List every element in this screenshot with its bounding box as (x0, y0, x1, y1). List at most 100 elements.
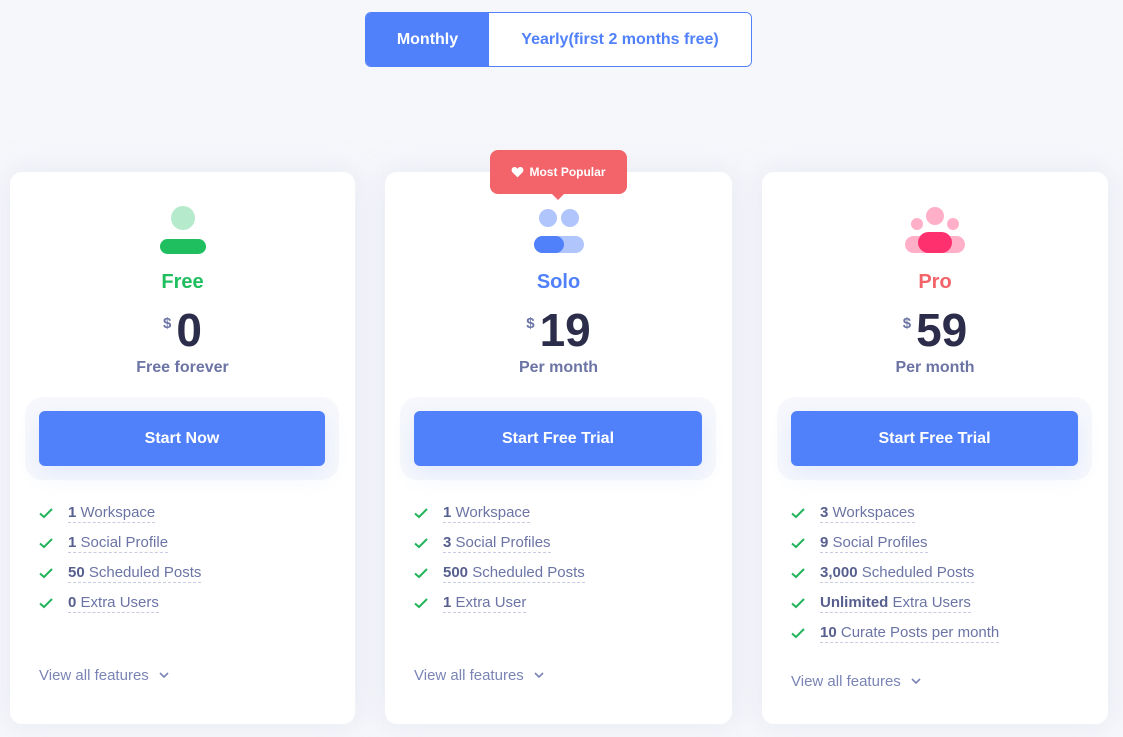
feature-tooltip[interactable]: 500 Scheduled Posts (443, 564, 585, 583)
price-period: Free forever (136, 359, 229, 376)
feature-list: 3 Workspaces 9 Social Profiles 3,000 Sch… (791, 498, 1000, 648)
feature-count: 1 (68, 503, 77, 521)
check-icon (414, 508, 428, 519)
feature-label: Scheduled Posts (472, 563, 585, 581)
check-icon (791, 628, 805, 639)
view-all-label: View all features (791, 673, 901, 690)
feature-item: Unlimited Extra Users (791, 588, 999, 618)
team-icon (905, 207, 965, 253)
price: $ 19 (385, 302, 732, 358)
feature-label: Extra Users (80, 593, 159, 611)
feature-label: Curate Posts per month (840, 623, 1000, 641)
price-amount: 0 (176, 304, 202, 356)
feature-count: 1 (443, 503, 452, 521)
currency-symbol: $ (163, 315, 172, 332)
feature-list: 1 Workspace 1 Social Profile 50 Schedule… (39, 498, 202, 618)
view-all-features-link[interactable]: View all features (791, 673, 921, 690)
price-period: Per month (518, 359, 599, 376)
feature-item: 1 Extra User (414, 588, 585, 618)
two-users-icon (533, 209, 584, 253)
check-icon (414, 568, 428, 579)
feature-tooltip[interactable]: 3,000 Scheduled Posts (820, 563, 975, 583)
view-all-label: View all features (39, 667, 149, 684)
price-amount: 19 (539, 304, 591, 356)
feature-tooltip[interactable]: 1 Workspace (68, 503, 156, 523)
feature-label: Workspaces (832, 503, 915, 521)
feature-label: Workspace (455, 503, 531, 521)
view-all-features-link[interactable]: View all features (39, 667, 169, 684)
feature-item: 1 Workspace (414, 498, 585, 528)
feature-label: Extra User (455, 593, 527, 611)
start-free-trial-button[interactable]: Start Free Trial (414, 411, 702, 466)
feature-count: 0 (68, 593, 77, 611)
feature-item: 1 Workspace (39, 498, 201, 528)
feature-tooltip[interactable]: Unlimited Extra Users (820, 594, 971, 613)
feature-tooltip[interactable]: 3 Workspaces (820, 504, 915, 523)
start-free-trial-button[interactable]: Start Free Trial (791, 411, 1078, 466)
feature-item: 0 Extra Users (39, 588, 201, 618)
monthly-toggle-button[interactable]: Monthly (366, 13, 489, 66)
feature-label: Scheduled Posts (88, 563, 202, 581)
feature-tooltip[interactable]: 3 Social Profiles (443, 534, 551, 553)
plan-name: Pro (918, 271, 952, 293)
feature-tooltip[interactable]: 1 Social Profile (68, 533, 169, 553)
feature-item: 10 Curate Posts per month (791, 618, 1000, 648)
billing-toggle: Monthly Yearly(first 2 months free) (365, 12, 752, 67)
chevron-down-icon (159, 672, 169, 679)
feature-item: 50 Scheduled Posts (39, 558, 202, 588)
check-icon (791, 568, 805, 579)
feature-tooltip[interactable]: 9 Social Profiles (820, 534, 928, 553)
yearly-toggle-button[interactable]: Yearly(first 2 months free) (489, 13, 751, 66)
check-icon (791, 598, 805, 609)
price: $ 0 (10, 302, 355, 358)
currency-symbol: $ (526, 315, 535, 332)
chevron-down-icon (534, 672, 544, 679)
badge-label: Most Popular (529, 165, 606, 179)
currency-symbol: $ (902, 315, 912, 332)
feature-count: 10 (820, 623, 837, 641)
start-now-button[interactable]: Start Now (39, 411, 325, 466)
feature-label: Social Profile (80, 533, 169, 551)
plan-card-solo: Solo $ 19 Per month Start Free Trial 1 W… (385, 172, 732, 724)
feature-count: 3,000 (820, 563, 858, 581)
feature-label: Scheduled Posts (861, 563, 975, 581)
feature-count: 3 (443, 533, 452, 551)
check-icon (39, 568, 53, 579)
plan-card-free: Free $ 0 Free forever Start Now 1 Worksp… (10, 172, 355, 724)
feature-label: Social Profiles (455, 533, 551, 551)
feature-count: 3 (820, 503, 829, 521)
feature-tooltip[interactable]: 50 Scheduled Posts (68, 563, 202, 583)
check-icon (39, 538, 53, 549)
feature-item: 500 Scheduled Posts (414, 558, 585, 588)
feature-label: Social Profiles (832, 533, 928, 551)
plan-card-pro: Pro $ 59 Per month Start Free Trial 3 Wo… (762, 172, 1108, 724)
feature-count: 9 (820, 533, 829, 551)
feature-item: 1 Social Profile (39, 528, 201, 558)
view-all-label: View all features (414, 667, 524, 684)
feature-label: Workspace (80, 503, 156, 521)
chevron-down-icon (911, 678, 921, 685)
feature-tooltip[interactable]: 1 Extra User (443, 593, 527, 613)
check-icon (39, 598, 53, 609)
feature-item: 3 Workspaces (791, 498, 999, 528)
check-icon (414, 598, 428, 609)
plan-name: Free (161, 271, 204, 293)
feature-item: 9 Social Profiles (791, 528, 999, 558)
feature-tooltip[interactable]: 0 Extra Users (68, 594, 159, 613)
feature-tooltip[interactable]: 10 Curate Posts per month (820, 623, 1000, 643)
feature-item: 3 Social Profiles (414, 528, 585, 558)
check-icon (791, 538, 805, 549)
single-user-icon (159, 206, 206, 254)
feature-count: 500 (443, 563, 469, 581)
check-icon (791, 508, 805, 519)
feature-tooltip[interactable]: 1 Workspace (443, 503, 531, 523)
price-period: Per month (895, 359, 975, 376)
feature-item: 3,000 Scheduled Posts (791, 558, 999, 588)
plan-name: Solo (536, 271, 581, 293)
check-icon (414, 538, 428, 549)
heart-icon (512, 166, 524, 178)
price: $ 59 (762, 302, 1108, 358)
feature-count: 1 (68, 533, 77, 551)
view-all-features-link[interactable]: View all features (414, 667, 544, 684)
feature-count: 50 (68, 563, 85, 581)
